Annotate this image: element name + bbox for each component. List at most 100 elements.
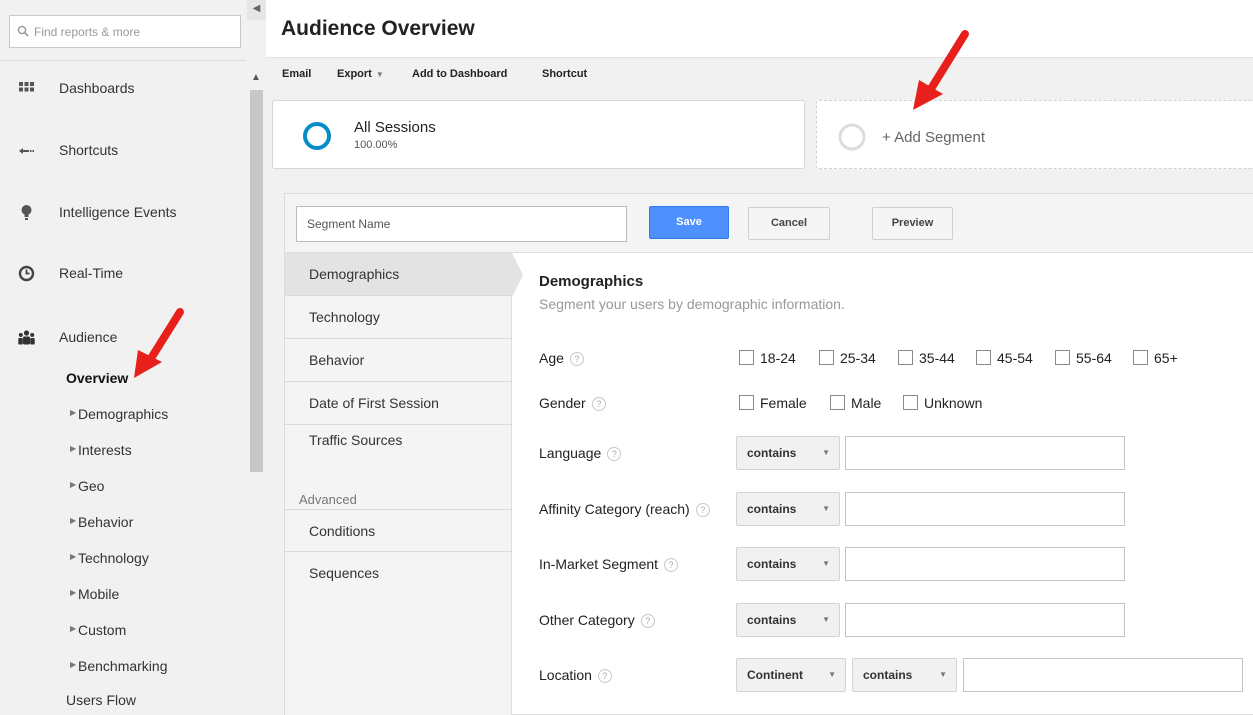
nav-sub-behavior[interactable]: ▶ Behavior [0,512,246,536]
report-toolbar: Email Export ▼ Add to Dashboard Shortcut [266,57,1253,95]
section-description: Segment your users by demographic inform… [539,296,845,312]
inmarket-operator-select[interactable]: contains ▼ [736,547,840,581]
add-segment-button[interactable]: + Add Segment [816,100,1253,169]
scroll-up-icon[interactable]: ▲ [251,72,261,83]
tab-demographics[interactable]: Demographics [285,253,512,296]
help-icon[interactable]: ? [607,447,622,461]
nav-sub-label: Demographics [78,406,169,422]
chevron-down-icon: ▼ [822,559,830,568]
tab-behavior[interactable]: Behavior [285,339,512,382]
preview-button[interactable]: Preview [872,207,953,240]
operator-label: contains [863,668,913,682]
segment-name-input[interactable] [296,206,627,242]
nav-item-real-time[interactable]: Real-Time [0,256,246,290]
age-65-plus-checkbox[interactable]: 65+ [1133,350,1178,366]
nav-sub-interests[interactable]: ▶ Interests [0,440,246,464]
help-icon[interactable]: ? [591,397,606,411]
nav-sub-overview[interactable]: Overview [0,368,246,392]
other-category-row: Other Category? contains ▼ [539,603,1253,637]
age-35-44-checkbox[interactable]: 35-44 [898,350,955,366]
nav-sub-users-flow[interactable]: Users Flow [0,690,246,714]
nav-item-intelligence-events[interactable]: Intelligence Events [0,195,246,229]
nav-label: Intelligence Events [59,204,177,220]
chevron-down-icon: ▼ [939,670,947,679]
segment-ring-icon [303,122,331,150]
collapse-nav-button[interactable]: ◀ [247,0,266,20]
affinity-row: Affinity Category (reach)? contains ▼ [539,492,1253,526]
gender-male-checkbox[interactable]: Male [830,395,881,411]
other-category-operator-select[interactable]: contains ▼ [736,603,840,637]
other-category-value-input[interactable] [845,603,1125,637]
language-operator-select[interactable]: contains ▼ [736,436,840,470]
segment-name: All Sessions [354,119,436,136]
age-55-64-checkbox[interactable]: 55-64 [1055,350,1112,366]
tab-label: Sequences [309,565,380,581]
help-icon[interactable]: ? [664,558,679,572]
nav-sub-geo[interactable]: ▶ Geo [0,476,246,500]
checkbox-label: 25-34 [840,350,876,366]
other-category-label: Other Category? [539,612,655,628]
nav-sub-custom[interactable]: ▶ Custom [0,620,246,644]
caret-right-icon: ▶ [70,480,77,489]
language-label-text: Language [539,445,602,461]
report-search-input[interactable] [34,22,234,42]
location-type-select[interactable]: Continent ▼ [736,658,846,692]
export-button[interactable]: Export ▼ [337,68,384,80]
age-25-34-checkbox[interactable]: 25-34 [819,350,876,366]
checkbox-box [1133,350,1148,365]
caret-right-icon: ▶ [70,660,77,669]
gender-unknown-checkbox[interactable]: Unknown [903,395,982,411]
tab-date-of-first-session[interactable]: Date of First Session [285,382,512,425]
location-operator-select[interactable]: contains ▼ [852,658,957,692]
caret-right-icon: ▶ [70,588,77,597]
save-button[interactable]: Save [649,206,729,239]
age-45-54-checkbox[interactable]: 45-54 [976,350,1033,366]
checkbox-label: Male [851,395,882,411]
export-label: Export [337,68,372,80]
page-title: Audience Overview [281,17,475,40]
inmarket-value-input[interactable] [845,547,1125,581]
report-search-box[interactable] [9,15,241,48]
nav-sub-demographics[interactable]: ▶ Demographics [0,404,246,428]
nav-scrollbar[interactable]: ▲ [246,60,266,715]
cancel-button[interactable]: Cancel [748,207,830,240]
search-icon [17,25,29,37]
age-18-24-checkbox[interactable]: 18-24 [739,350,796,366]
nav-sub-mobile[interactable]: ▶ Mobile [0,584,246,608]
help-icon[interactable]: ? [695,503,710,517]
nav-item-audience[interactable]: Audience [0,320,246,354]
tab-technology[interactable]: Technology [285,296,512,339]
tab-label: Behavior [309,352,365,368]
segment-editor-header: Save Cancel Preview [285,194,1253,253]
gender-female-checkbox[interactable]: Female [739,395,807,411]
affinity-value-input[interactable] [845,492,1125,526]
nav-sub-label: Interests [78,442,132,458]
location-value-input[interactable] [963,658,1243,692]
inmarket-label: In-Market Segment? [539,556,679,572]
tab-conditions[interactable]: Conditions [285,509,512,552]
nav-scrollbar-thumb[interactable] [250,90,263,472]
checkbox-label: Female [760,395,807,411]
segment-all-sessions[interactable]: All Sessions 100.00% [272,100,805,169]
help-icon[interactable]: ? [597,669,612,683]
shortcut-button[interactable]: Shortcut [542,68,587,80]
help-icon[interactable]: ? [640,614,655,628]
nav-label: Dashboards [59,80,135,96]
tab-traffic-sources[interactable]: Traffic Sources [285,425,512,468]
affinity-operator-select[interactable]: contains ▼ [736,492,840,526]
nav-label: Real-Time [59,265,124,281]
checkbox-box [903,395,918,410]
nav-item-shortcuts[interactable]: Shortcuts [0,133,246,167]
caret-right-icon: ▶ [70,444,77,453]
email-button[interactable]: Email [282,68,311,80]
nav-sub-benchmarking[interactable]: ▶ Benchmarking [0,656,246,680]
tab-sequences[interactable]: Sequences [285,552,512,595]
add-to-dashboard-button[interactable]: Add to Dashboard [412,68,507,80]
language-value-input[interactable] [845,436,1125,470]
nav-sub-technology[interactable]: ▶ Technology [0,548,246,572]
location-label: Location? [539,667,612,683]
nav-item-dashboards[interactable]: Dashboards [0,71,246,105]
nav-sub-label: Benchmarking [78,658,168,674]
tab-label: Demographics [309,266,400,282]
help-icon[interactable]: ? [569,352,584,366]
